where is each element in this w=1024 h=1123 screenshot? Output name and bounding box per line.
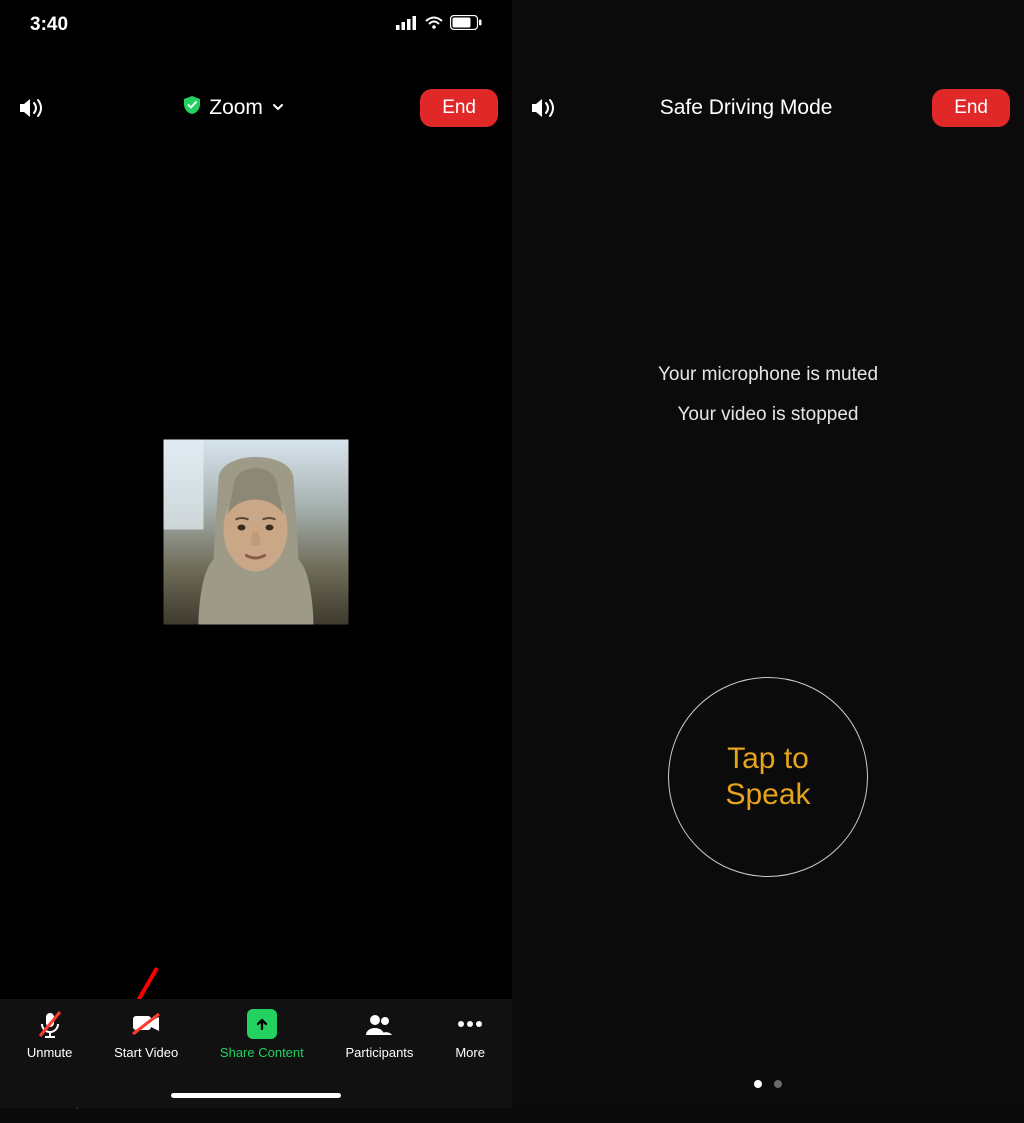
shield-icon: [183, 95, 201, 121]
driving-header: Safe Driving Mode End: [512, 80, 1024, 136]
battery-icon: [450, 14, 482, 36]
share-icon: [247, 1009, 277, 1039]
more-label: More: [455, 1045, 485, 1060]
meeting-title[interactable]: Zoom: [48, 95, 420, 121]
cellular-icon: [396, 14, 418, 36]
participants-icon: [364, 1009, 394, 1039]
home-indicator[interactable]: [171, 1093, 341, 1098]
video-status-text: Your video is stopped: [512, 400, 1024, 430]
driving-status: Your microphone is muted Your video is s…: [512, 350, 1024, 441]
video-area[interactable]: [0, 138, 512, 999]
zoom-call-screen: 3:40 Zoom End: [0, 0, 512, 1108]
share-label: Share Content: [220, 1045, 304, 1060]
end-call-button[interactable]: End: [420, 89, 498, 127]
unmute-button[interactable]: Unmute: [27, 1009, 73, 1108]
chevron-down-icon: [271, 96, 285, 120]
safe-driving-screen: Safe Driving Mode End Your microphone is…: [512, 0, 1024, 1108]
call-header: Zoom End: [0, 80, 512, 136]
video-off-icon: [131, 1009, 161, 1039]
more-icon: [455, 1009, 485, 1039]
status-time: 3:40: [30, 14, 68, 36]
status-bar: 3:40: [0, 0, 512, 50]
meeting-title-text: Zoom: [209, 96, 263, 120]
tap-to-speak-button[interactable]: Tap to Speak: [668, 677, 868, 877]
start-video-label: Start Video: [114, 1045, 178, 1060]
speaker-icon[interactable]: [526, 91, 560, 125]
page-indicator[interactable]: [754, 1080, 782, 1088]
start-video-button[interactable]: Start Video: [114, 1009, 178, 1108]
speaker-icon[interactable]: [14, 91, 48, 125]
unmute-label: Unmute: [27, 1045, 73, 1060]
mic-muted-icon: [35, 1009, 65, 1039]
end-call-button[interactable]: End: [932, 89, 1010, 127]
wifi-icon: [424, 14, 444, 36]
mic-status-text: Your microphone is muted: [512, 360, 1024, 390]
call-toolbar: Unmute Start Video Share Content Partici…: [0, 999, 512, 1108]
tap-to-speak-label: Tap to Speak: [725, 741, 810, 813]
more-button[interactable]: More: [455, 1009, 485, 1108]
participants-button[interactable]: Participants: [345, 1009, 413, 1108]
driving-title-text: Safe Driving Mode: [660, 96, 833, 120]
driving-title: Safe Driving Mode: [560, 96, 932, 120]
participants-label: Participants: [345, 1045, 413, 1060]
page-dot-1[interactable]: [754, 1080, 762, 1088]
page-dot-2[interactable]: [774, 1080, 782, 1088]
participant-avatar: [164, 439, 349, 624]
